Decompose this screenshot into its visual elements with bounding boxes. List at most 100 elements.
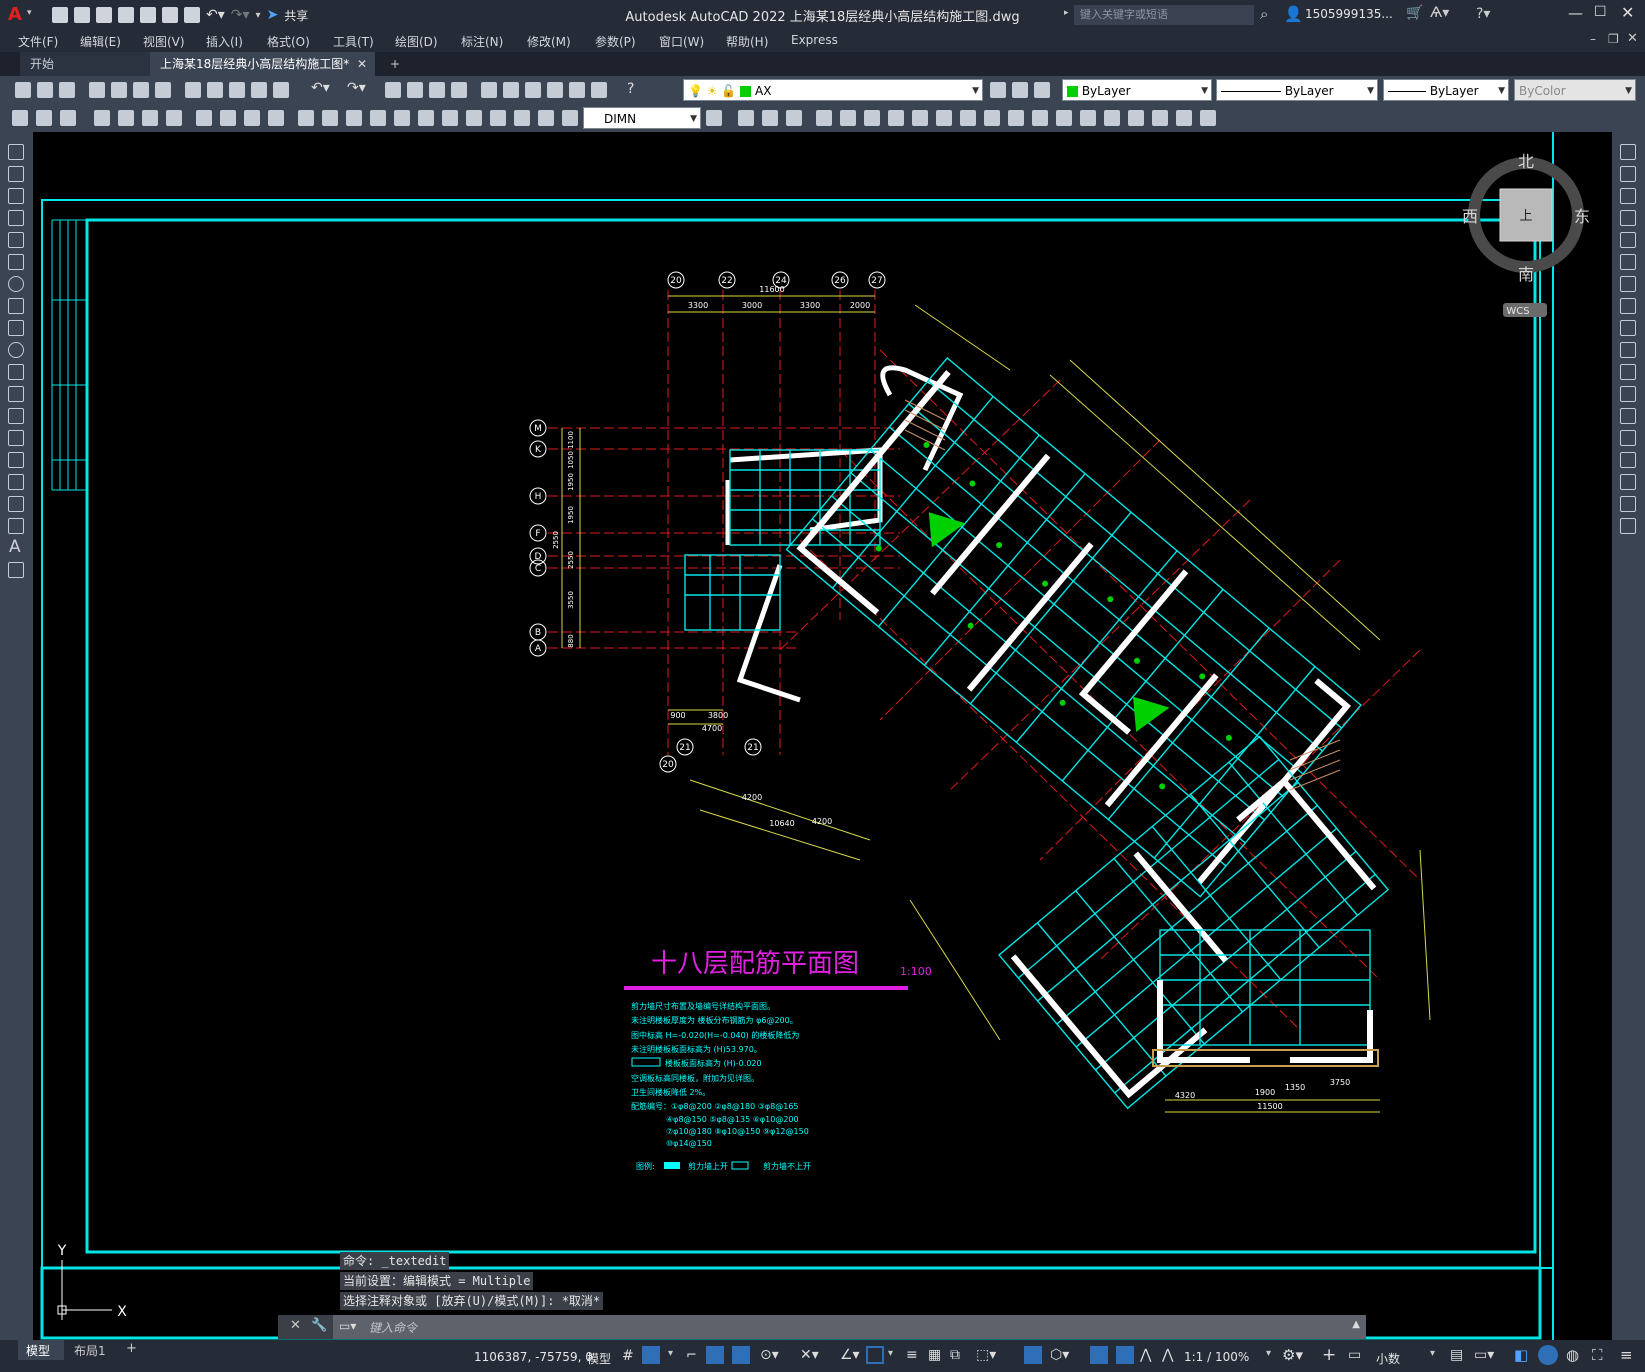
clean-screen-icon[interactable]: ◍ [1566, 1346, 1579, 1364]
annotation-monitor-icon[interactable]: + [1322, 1345, 1336, 1365]
properties-icon[interactable] [481, 82, 497, 98]
break-at-point-icon[interactable] [1620, 386, 1636, 402]
calculator-icon[interactable] [591, 82, 607, 98]
inspection-icon[interactable] [466, 110, 482, 126]
layer-dropdown[interactable]: 💡 ☀ 🔓 AX ▼ [683, 79, 983, 101]
tab-start[interactable]: 开始 [20, 52, 150, 76]
isolate-objects-icon[interactable]: ▭ [1348, 1347, 1361, 1363]
pan-icon[interactable] [385, 82, 401, 98]
blend-icon[interactable] [1104, 110, 1120, 126]
aligned-dimension-icon[interactable] [118, 110, 134, 126]
zoom-window-icon[interactable] [429, 82, 445, 98]
object-snap-tracking-icon[interactable]: ∠▾ [840, 1347, 860, 1363]
edit-polyline-icon[interactable] [1152, 110, 1168, 126]
block-editor-icon[interactable] [273, 82, 289, 98]
insert-block-icon[interactable] [8, 386, 24, 402]
trim-icon[interactable] [960, 110, 976, 126]
cart-icon[interactable]: 🛒 [1406, 5, 1423, 21]
zoom-previous-icon[interactable] [451, 82, 467, 98]
drawing-canvas[interactable]: 20 22 24 26 27 M K H F D C B A 20 21 21 … [33, 132, 1612, 1340]
menu-modify[interactable]: 修改(M) [527, 33, 571, 50]
ellipse-icon[interactable] [8, 342, 24, 358]
close-icon[interactable]: ✕ [1621, 3, 1634, 22]
ordinate-dimension-icon[interactable] [166, 110, 182, 126]
help-search-input[interactable]: 键入关键字或短语 [1074, 5, 1254, 25]
menu-dimension[interactable]: 标注(N) [461, 33, 503, 50]
table-icon[interactable] [8, 518, 24, 534]
undo-icon[interactable]: ↶▾ [311, 80, 330, 96]
fullscreen-icon[interactable]: ⛶ [1592, 1346, 1603, 1364]
app-menu-dropdown-icon[interactable]: ▾ [27, 8, 32, 18]
copy-icon[interactable] [207, 82, 223, 98]
make-block-icon[interactable] [8, 408, 24, 424]
blend-curves-icon[interactable] [1620, 496, 1636, 512]
selection-cycling-icon[interactable]: ⧉ [950, 1347, 960, 1363]
angular-dimension-icon[interactable] [268, 110, 284, 126]
tolerance-icon[interactable] [418, 110, 434, 126]
command-line-handle[interactable]: ✕ 🔧 [278, 1315, 333, 1339]
object-snap-icon[interactable] [866, 1346, 884, 1364]
autocad-logo[interactable]: A [8, 4, 22, 25]
cut-icon[interactable] [185, 82, 201, 98]
add-layout-button[interactable]: + [126, 1341, 137, 1356]
tool-palettes-icon[interactable] [525, 82, 541, 98]
polar-tracking-icon[interactable]: ⊙▾ [760, 1347, 779, 1363]
menu-view[interactable]: 视图(V) [143, 33, 185, 50]
arc-length-icon[interactable] [142, 110, 158, 126]
chamfer-icon[interactable] [1620, 452, 1636, 468]
toolbar-tool-3-icon[interactable] [60, 110, 76, 126]
new-icon[interactable] [15, 82, 31, 98]
annotation-scale-value[interactable]: 1:1 / 100% [1184, 1350, 1249, 1364]
viewcube-west[interactable]: 西 [1462, 207, 1478, 226]
color-dropdown[interactable]: ByLayer ▼ [1062, 79, 1212, 101]
offset-icon[interactable] [816, 110, 832, 126]
erase-icon[interactable] [1620, 144, 1636, 160]
snap-dropdown-icon[interactable]: ▾ [668, 1348, 673, 1359]
auto-scale-icon[interactable]: ⋀ [1140, 1347, 1151, 1363]
scale-icon[interactable] [912, 110, 928, 126]
dimension-edit-icon[interactable] [514, 110, 530, 126]
quick-properties-icon[interactable]: ▤ [1450, 1347, 1463, 1363]
jogged-dimension-icon[interactable] [220, 110, 236, 126]
annotation-scale-dropdown-icon[interactable]: ▾ [1266, 1348, 1271, 1359]
redo-icon[interactable]: ↷▾ [231, 7, 250, 23]
minimize-icon[interactable]: — [1568, 4, 1583, 22]
isometric-drafting-icon[interactable]: ✕▾ [800, 1347, 819, 1363]
command-input[interactable]: ▭▾ 键入命令 ▲ [333, 1315, 1366, 1339]
baseline-dimension-icon[interactable] [322, 110, 338, 126]
save-icon[interactable] [96, 7, 112, 23]
continue-dimension-icon[interactable] [346, 110, 362, 126]
help-icon[interactable]: ? [627, 81, 634, 97]
ortho-mode-icon[interactable] [706, 1346, 724, 1364]
circle-icon[interactable] [8, 276, 24, 292]
menu-tools[interactable]: 工具(T) [333, 33, 374, 50]
viewcube[interactable]: 上 北 南 东 西 WCS [1462, 152, 1590, 317]
model-space-toggle[interactable]: 模型 [587, 1350, 611, 1367]
plot-icon[interactable] [184, 7, 200, 23]
region-icon[interactable] [8, 496, 24, 512]
tab-document[interactable]: 上海某18层经典小高层结构施工图* ✕ [150, 52, 375, 76]
ellipse-arc-icon[interactable] [8, 364, 24, 380]
linear-dimension-icon[interactable] [94, 110, 110, 126]
dimension-update-icon[interactable] [562, 110, 578, 126]
graphics-performance-icon[interactable]: ◧ [1514, 1346, 1528, 1364]
3d-print-icon[interactable] [155, 82, 171, 98]
layout1-tab[interactable]: 布局1 [66, 1340, 120, 1360]
make-current-layer-icon[interactable] [990, 82, 1006, 98]
lock-ui-icon[interactable]: ▭▾ [1474, 1347, 1494, 1363]
dynamic-input-icon[interactable] [732, 1346, 750, 1364]
grid-display-icon[interactable]: # [622, 1348, 634, 1364]
autodesk-a360-icon[interactable]: Ѧ▾ [1430, 5, 1449, 21]
markup-icon[interactable] [569, 82, 585, 98]
zoom-realtime-icon[interactable] [407, 82, 423, 98]
polygon-icon[interactable] [8, 210, 24, 226]
scale-icon[interactable] [1620, 298, 1636, 314]
break-icon[interactable] [1008, 110, 1024, 126]
edit-spline-icon[interactable] [1176, 110, 1192, 126]
menu-edit[interactable]: 编辑(E) [80, 33, 121, 50]
recent-commands-icon[interactable]: ▭▾ [339, 1319, 356, 1333]
coordinates-readout[interactable]: 1106387, -75759, 0 [474, 1350, 593, 1364]
viewcube-south[interactable]: 南 [1518, 265, 1534, 284]
break-icon[interactable] [1620, 408, 1636, 424]
layer-freeze-icon[interactable]: ☀ [707, 84, 718, 98]
